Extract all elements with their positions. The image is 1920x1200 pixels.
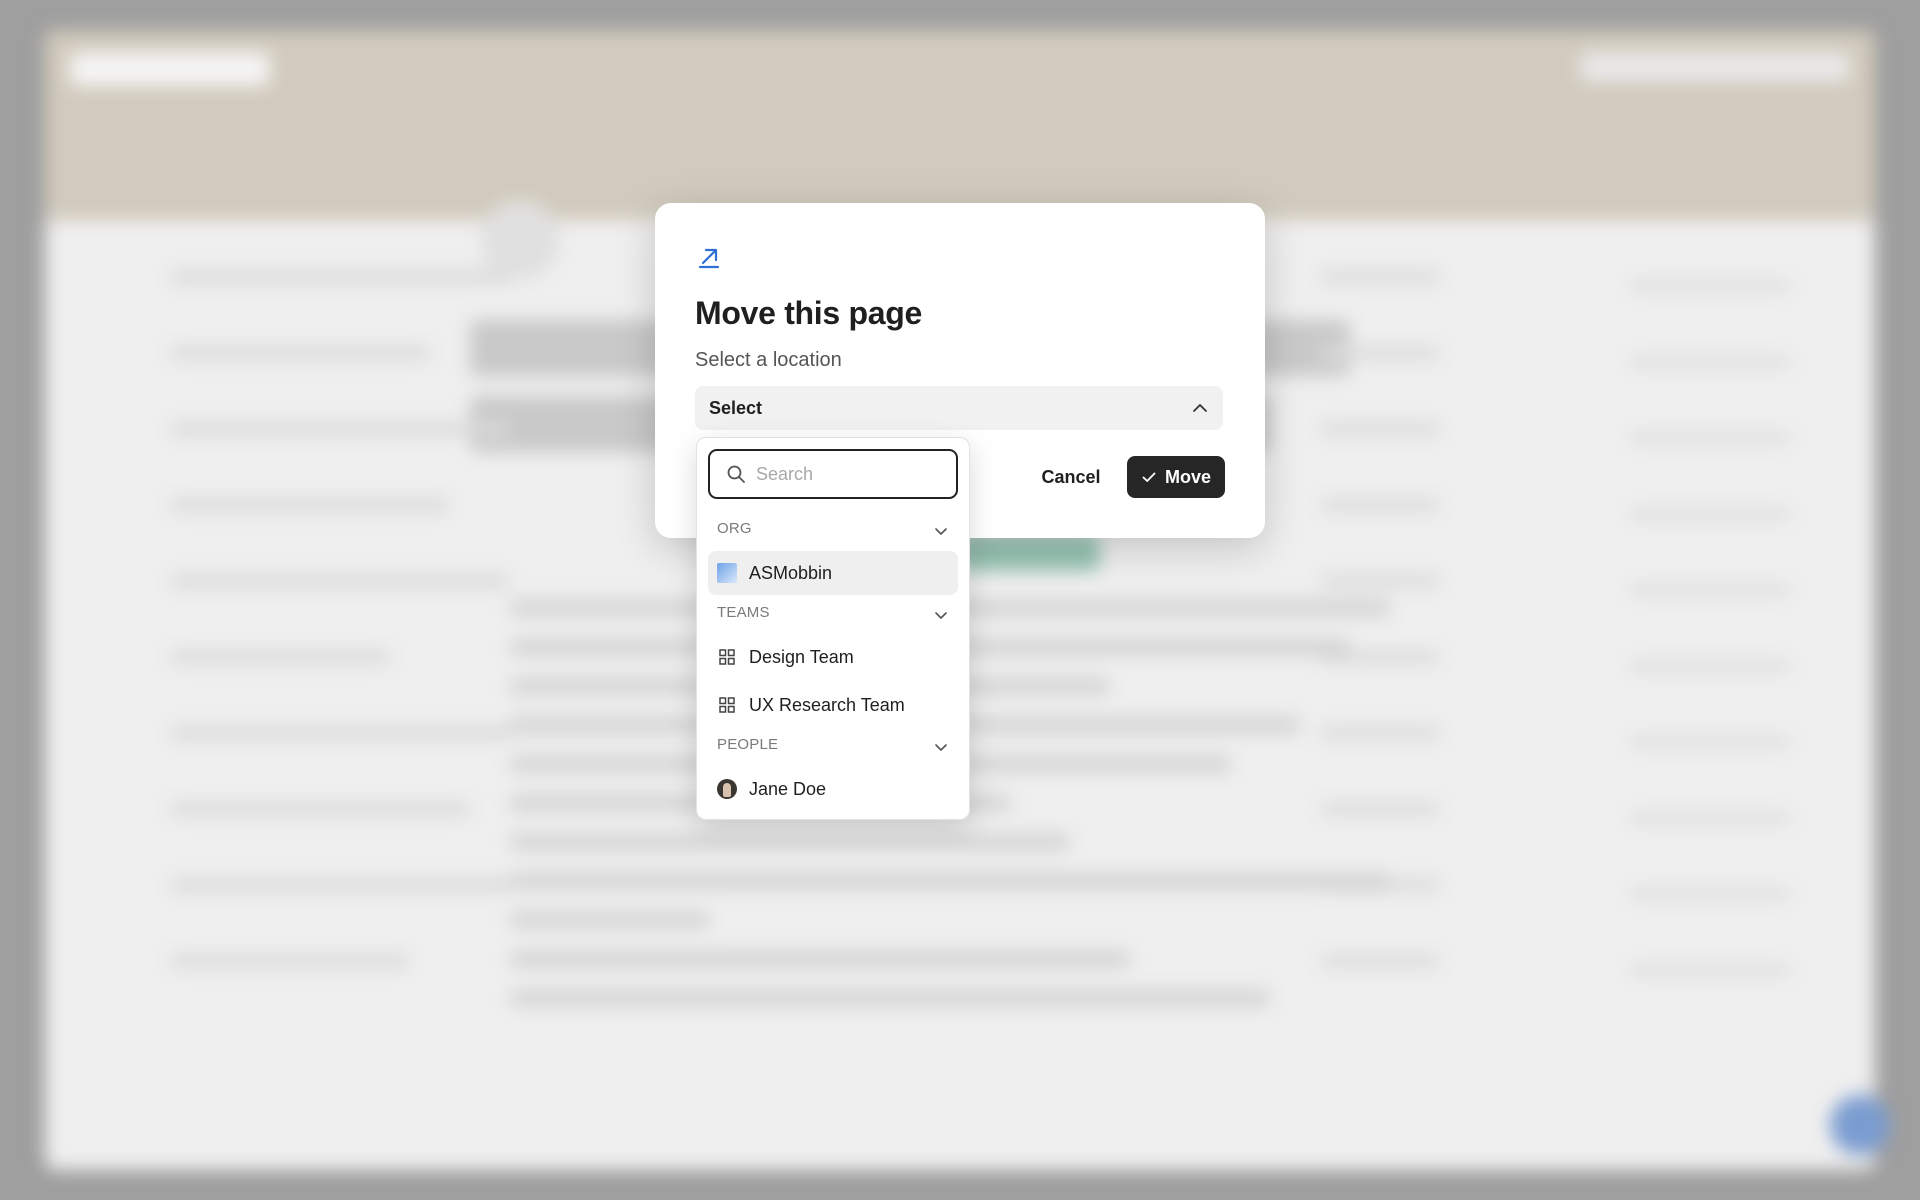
- group-header-people[interactable]: PEOPLE: [697, 730, 969, 760]
- grid-icon: [719, 697, 735, 713]
- option-label: ASMobbin: [749, 563, 833, 583]
- arrow-up-right-icon: [698, 248, 720, 269]
- org-logo-icon: [717, 563, 737, 583]
- group-header-teams[interactable]: TEAMS: [697, 598, 969, 628]
- move-button[interactable]: Move: [1127, 456, 1225, 498]
- search-icon: [727, 465, 745, 483]
- option-ux-research-team[interactable]: UX Research Team: [708, 683, 958, 727]
- group-header-org[interactable]: ORG: [697, 514, 969, 544]
- option-jane-doe[interactable]: Jane Doe: [708, 767, 958, 811]
- check-icon: [1142, 472, 1156, 482]
- group-label: ORG: [717, 520, 752, 537]
- option-asmobbin[interactable]: ASMobbin: [708, 551, 958, 595]
- option-design-team[interactable]: Design Team: [708, 635, 958, 679]
- option-label: UX Research Team: [749, 695, 905, 715]
- location-select[interactable]: Select: [695, 386, 1223, 430]
- chevron-down-icon: [935, 612, 947, 619]
- group-label: PEOPLE: [717, 736, 779, 753]
- option-label: Jane Doe: [749, 779, 827, 799]
- select-value: Select: [709, 398, 763, 418]
- grid-icon: [719, 649, 735, 665]
- modal-title: Move this page: [695, 295, 922, 331]
- option-label: Design Team: [749, 647, 854, 667]
- avatar: [717, 779, 737, 799]
- search-input[interactable]: [754, 460, 948, 488]
- chevron-down-icon: [935, 528, 947, 535]
- cancel-button[interactable]: Cancel: [1025, 457, 1117, 497]
- location-dropdown: ORG ASMobbin TEAMS Design Team UX Resear…: [696, 437, 970, 820]
- modal-subtitle: Select a location: [695, 349, 842, 371]
- group-label: TEAMS: [717, 604, 770, 621]
- chevron-down-icon: [935, 744, 947, 751]
- chevron-up-icon: [1193, 404, 1207, 412]
- search-field[interactable]: [708, 449, 958, 499]
- move-button-label: Move: [1164, 466, 1211, 487]
